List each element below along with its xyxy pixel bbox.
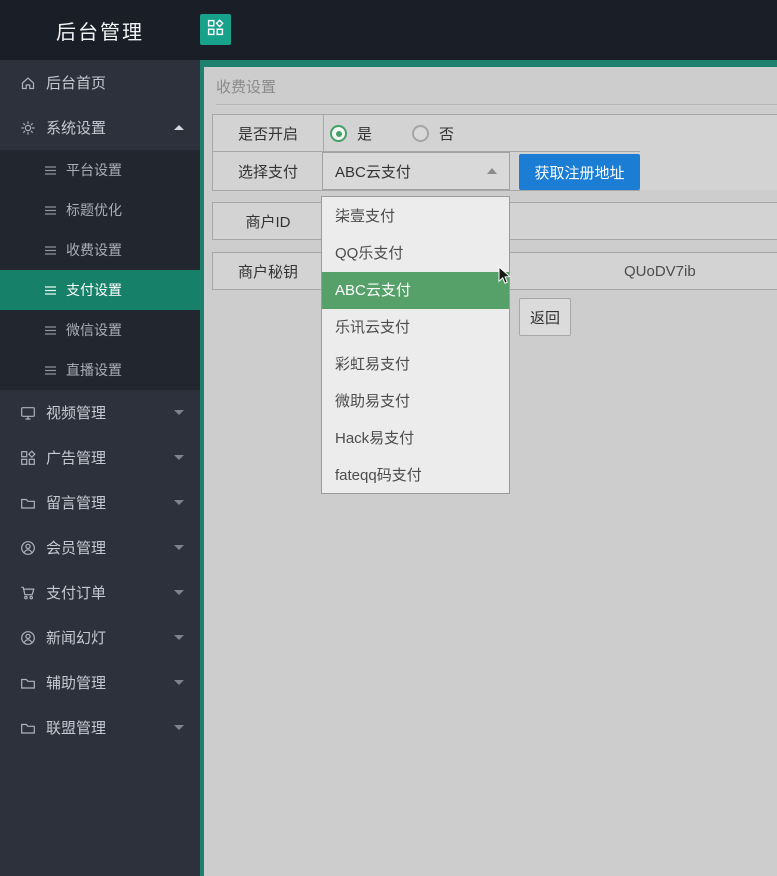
get-register-url-button[interactable]: 获取注册地址 <box>519 154 640 190</box>
sidebar: 后台首页 系统设置 平台设置 标题优化 收费设置 支付设置 微信设置 直播设置 … <box>0 60 200 876</box>
chevron-down-icon <box>174 725 184 730</box>
sidebar-subitem-label: 直播设置 <box>66 362 122 378</box>
admin-app: 后台管理 后台首页 系统设置 平台设置 标题优化 收费设置 支付设置 微信设置 … <box>0 0 777 876</box>
user-circle-icon <box>20 630 36 646</box>
sidebar-subitem-label: 微信设置 <box>66 322 122 338</box>
sidebar-subitem-label: 收费设置 <box>66 242 122 258</box>
sidebar-item-members[interactable]: 会员管理 <box>0 525 200 570</box>
sidebar-subitem-payment-settings[interactable]: 支付设置 <box>0 270 200 310</box>
radio-option-yes[interactable]: 是 <box>330 123 372 144</box>
radio-yes-label: 是 <box>357 126 373 143</box>
menu-lines-icon <box>44 164 57 177</box>
sidebar-item-label: 新闻幻灯 <box>46 630 107 647</box>
sidebar-item-messages[interactable]: 留言管理 <box>0 480 200 525</box>
row-separator <box>212 190 640 191</box>
grid-diamond-icon <box>20 449 36 466</box>
dropdown-option[interactable]: 彩虹易支付 <box>322 346 509 383</box>
user-circle-icon <box>20 540 36 556</box>
chevron-down-icon <box>174 545 184 550</box>
sidebar-item-label: 留言管理 <box>46 495 107 512</box>
back-button[interactable]: 返回 <box>519 298 571 336</box>
sidebar-item-label: 后台首页 <box>46 75 107 92</box>
panel-divider <box>216 104 777 105</box>
sidebar-item-video[interactable]: 视频管理 <box>0 390 200 435</box>
sidebar-subitem-label: 标题优化 <box>66 202 122 218</box>
payment-select[interactable]: ABC云支付 <box>322 152 510 190</box>
menu-lines-icon <box>44 244 57 257</box>
merchant-id-label: 商户ID <box>213 203 324 239</box>
sidebar-subitem-label: 平台设置 <box>66 162 122 178</box>
folder-icon <box>20 495 36 511</box>
sidebar-item-label: 系统设置 <box>46 120 107 137</box>
folder-icon <box>20 675 36 691</box>
sidebar-item-auxiliary[interactable]: 辅助管理 <box>0 660 200 705</box>
gear-icon <box>20 120 36 136</box>
payment-label: 选择支付 <box>213 152 324 190</box>
sidebar-subitem-wechat[interactable]: 微信设置 <box>0 310 200 350</box>
apps-grid-button[interactable] <box>200 14 231 45</box>
payment-select-value: ABC云支付 <box>335 163 411 181</box>
enable-radio-group: 是 否 <box>324 115 454 152</box>
top-header: 后台管理 <box>0 0 777 60</box>
chevron-up-icon <box>174 125 184 130</box>
caret-up-icon <box>487 168 497 174</box>
menu-lines-icon <box>44 324 57 337</box>
chevron-down-icon <box>174 635 184 640</box>
dropdown-option[interactable]: 柒壹支付 <box>322 198 509 235</box>
monitor-icon <box>20 405 36 421</box>
dropdown-option[interactable]: QQ乐支付 <box>322 235 509 272</box>
main-content: 收费设置 是否开启 是 否 选择支付 ABC云支付 获取注册地址 商户ID 商户… <box>200 60 777 876</box>
sidebar-item-system-settings[interactable]: 系统设置 <box>0 105 200 150</box>
enable-row: 是否开启 是 否 <box>212 114 777 152</box>
radio-unselected-icon[interactable] <box>412 125 430 142</box>
sidebar-item-label: 辅助管理 <box>46 675 107 692</box>
merchant-key-label: 商户秘钥 <box>213 253 324 289</box>
sidebar-item-alliance[interactable]: 联盟管理 <box>0 705 200 750</box>
sidebar-subitem-label: 支付设置 <box>66 282 122 298</box>
payment-dropdown: 柒壹支付 QQ乐支付 ABC云支付 乐讯云支付 彩虹易支付 微助易支付 Hack… <box>321 196 510 494</box>
dropdown-option-selected[interactable]: ABC云支付 <box>322 272 509 309</box>
panel-title: 收费设置 <box>216 79 277 96</box>
chevron-down-icon <box>174 410 184 415</box>
menu-lines-icon <box>44 284 57 297</box>
radio-option-no[interactable]: 否 <box>412 123 454 144</box>
sidebar-subitem-live[interactable]: 直播设置 <box>0 350 200 390</box>
sidebar-item-label: 支付订单 <box>46 585 107 602</box>
sidebar-item-home[interactable]: 后台首页 <box>0 60 200 105</box>
sidebar-item-news-slides[interactable]: 新闻幻灯 <box>0 615 200 660</box>
radio-no-label: 否 <box>439 126 455 143</box>
sidebar-item-label: 会员管理 <box>46 540 107 557</box>
sidebar-item-label: 联盟管理 <box>46 720 107 737</box>
menu-lines-icon <box>44 204 57 217</box>
sidebar-item-label: 视频管理 <box>46 405 107 422</box>
merchant-key-value: QUoDV7ib <box>624 262 696 280</box>
sidebar-item-label: 广告管理 <box>46 450 107 467</box>
sidebar-item-payment-orders[interactable]: 支付订单 <box>0 570 200 615</box>
dropdown-option[interactable]: Hack易支付 <box>322 420 509 457</box>
sidebar-item-ads[interactable]: 广告管理 <box>0 435 200 480</box>
sidebar-subitem-title-seo[interactable]: 标题优化 <box>0 190 200 230</box>
chevron-down-icon <box>174 590 184 595</box>
sidebar-subitem-platform[interactable]: 平台设置 <box>0 150 200 190</box>
sidebar-subitem-fee-settings[interactable]: 收费设置 <box>0 230 200 270</box>
grid-diamond-icon <box>207 18 224 41</box>
dropdown-option[interactable]: 微助易支付 <box>322 383 509 420</box>
app-title: 后台管理 <box>56 21 144 44</box>
chevron-down-icon <box>174 680 184 685</box>
menu-lines-icon <box>44 364 57 377</box>
dropdown-option[interactable]: 乐讯云支付 <box>322 309 509 346</box>
home-icon <box>20 75 36 91</box>
enable-label: 是否开启 <box>213 115 324 152</box>
chevron-down-icon <box>174 500 184 505</box>
dropdown-option[interactable]: fateqq码支付 <box>322 457 509 494</box>
radio-selected-icon[interactable] <box>330 125 347 142</box>
system-settings-submenu: 平台设置 标题优化 收费设置 支付设置 微信设置 直播设置 <box>0 150 200 390</box>
chevron-down-icon <box>174 455 184 460</box>
folder-icon <box>20 720 36 736</box>
cart-icon <box>20 585 36 601</box>
